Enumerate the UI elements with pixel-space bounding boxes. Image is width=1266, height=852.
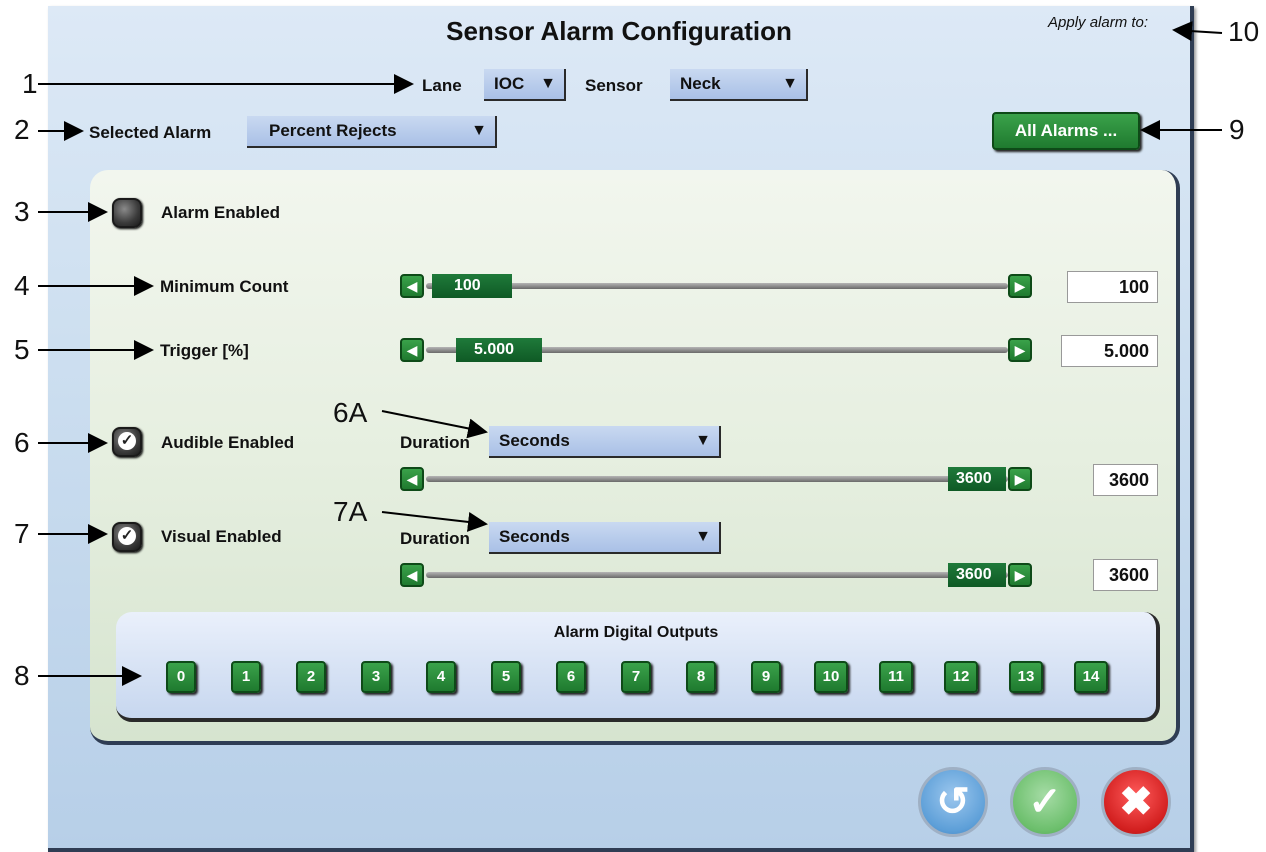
callout-9: 9	[1229, 114, 1245, 145]
callout-2: 2	[14, 114, 30, 145]
callout-7: 7	[14, 518, 30, 549]
callout-4: 4	[14, 270, 30, 301]
callout-7a: 7A	[333, 496, 368, 527]
callout-5: 5	[14, 334, 30, 365]
callout-arrows	[38, 21, 1223, 686]
callout-10: 10	[1228, 16, 1260, 47]
callout-6a: 6A	[333, 397, 368, 428]
callout-1: 1	[22, 68, 38, 99]
callout-6: 6	[14, 427, 30, 458]
callout-3: 3	[14, 196, 30, 227]
callout-8: 8	[14, 660, 30, 691]
